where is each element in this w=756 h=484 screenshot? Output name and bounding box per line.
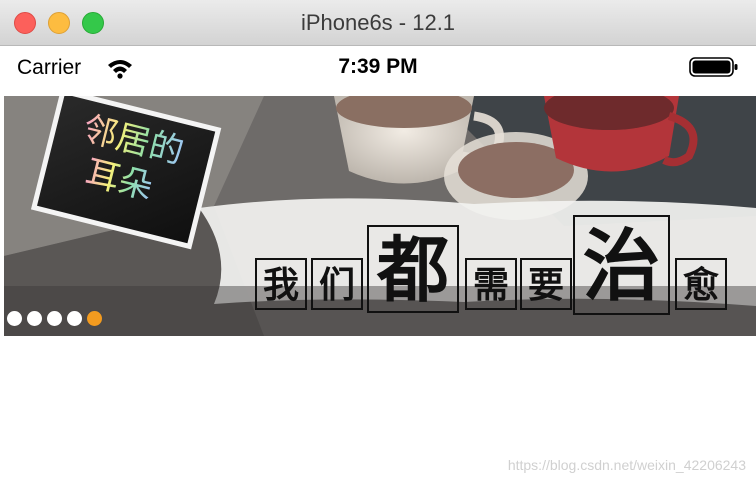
page-dot[interactable]	[67, 311, 82, 326]
status-time: 7:39 PM	[338, 55, 418, 78]
slogan-character: 治	[582, 221, 660, 312]
slogan-character: 都	[376, 227, 449, 312]
window-title: iPhone6s - 12.1	[300, 10, 456, 35]
banner-carousel[interactable]: 邻居的 耳朵 我们都需要治愈	[4, 96, 756, 336]
slogan-character: 要	[528, 264, 564, 306]
banner-image: 邻居的 耳朵 我们都需要治愈	[4, 96, 756, 336]
slogan-character: 们	[319, 264, 355, 306]
watermark-text: https://blog.csdn.net/weixin_42206243	[507, 457, 746, 473]
page-dot[interactable]	[7, 311, 22, 326]
page-dot[interactable]	[47, 311, 62, 326]
slogan-character: 需	[473, 264, 509, 306]
slogan-character: 愈	[683, 264, 719, 306]
status-bar: Carrier 7:39 PM	[0, 46, 756, 96]
battery-icon	[689, 57, 738, 77]
carousel-pagination[interactable]	[7, 311, 102, 327]
page-dot[interactable]	[27, 311, 42, 326]
window-titlebar: iPhone6s - 12.1	[0, 0, 756, 46]
slogan-character: 我	[263, 264, 299, 306]
page-dot-active[interactable]	[87, 311, 102, 326]
